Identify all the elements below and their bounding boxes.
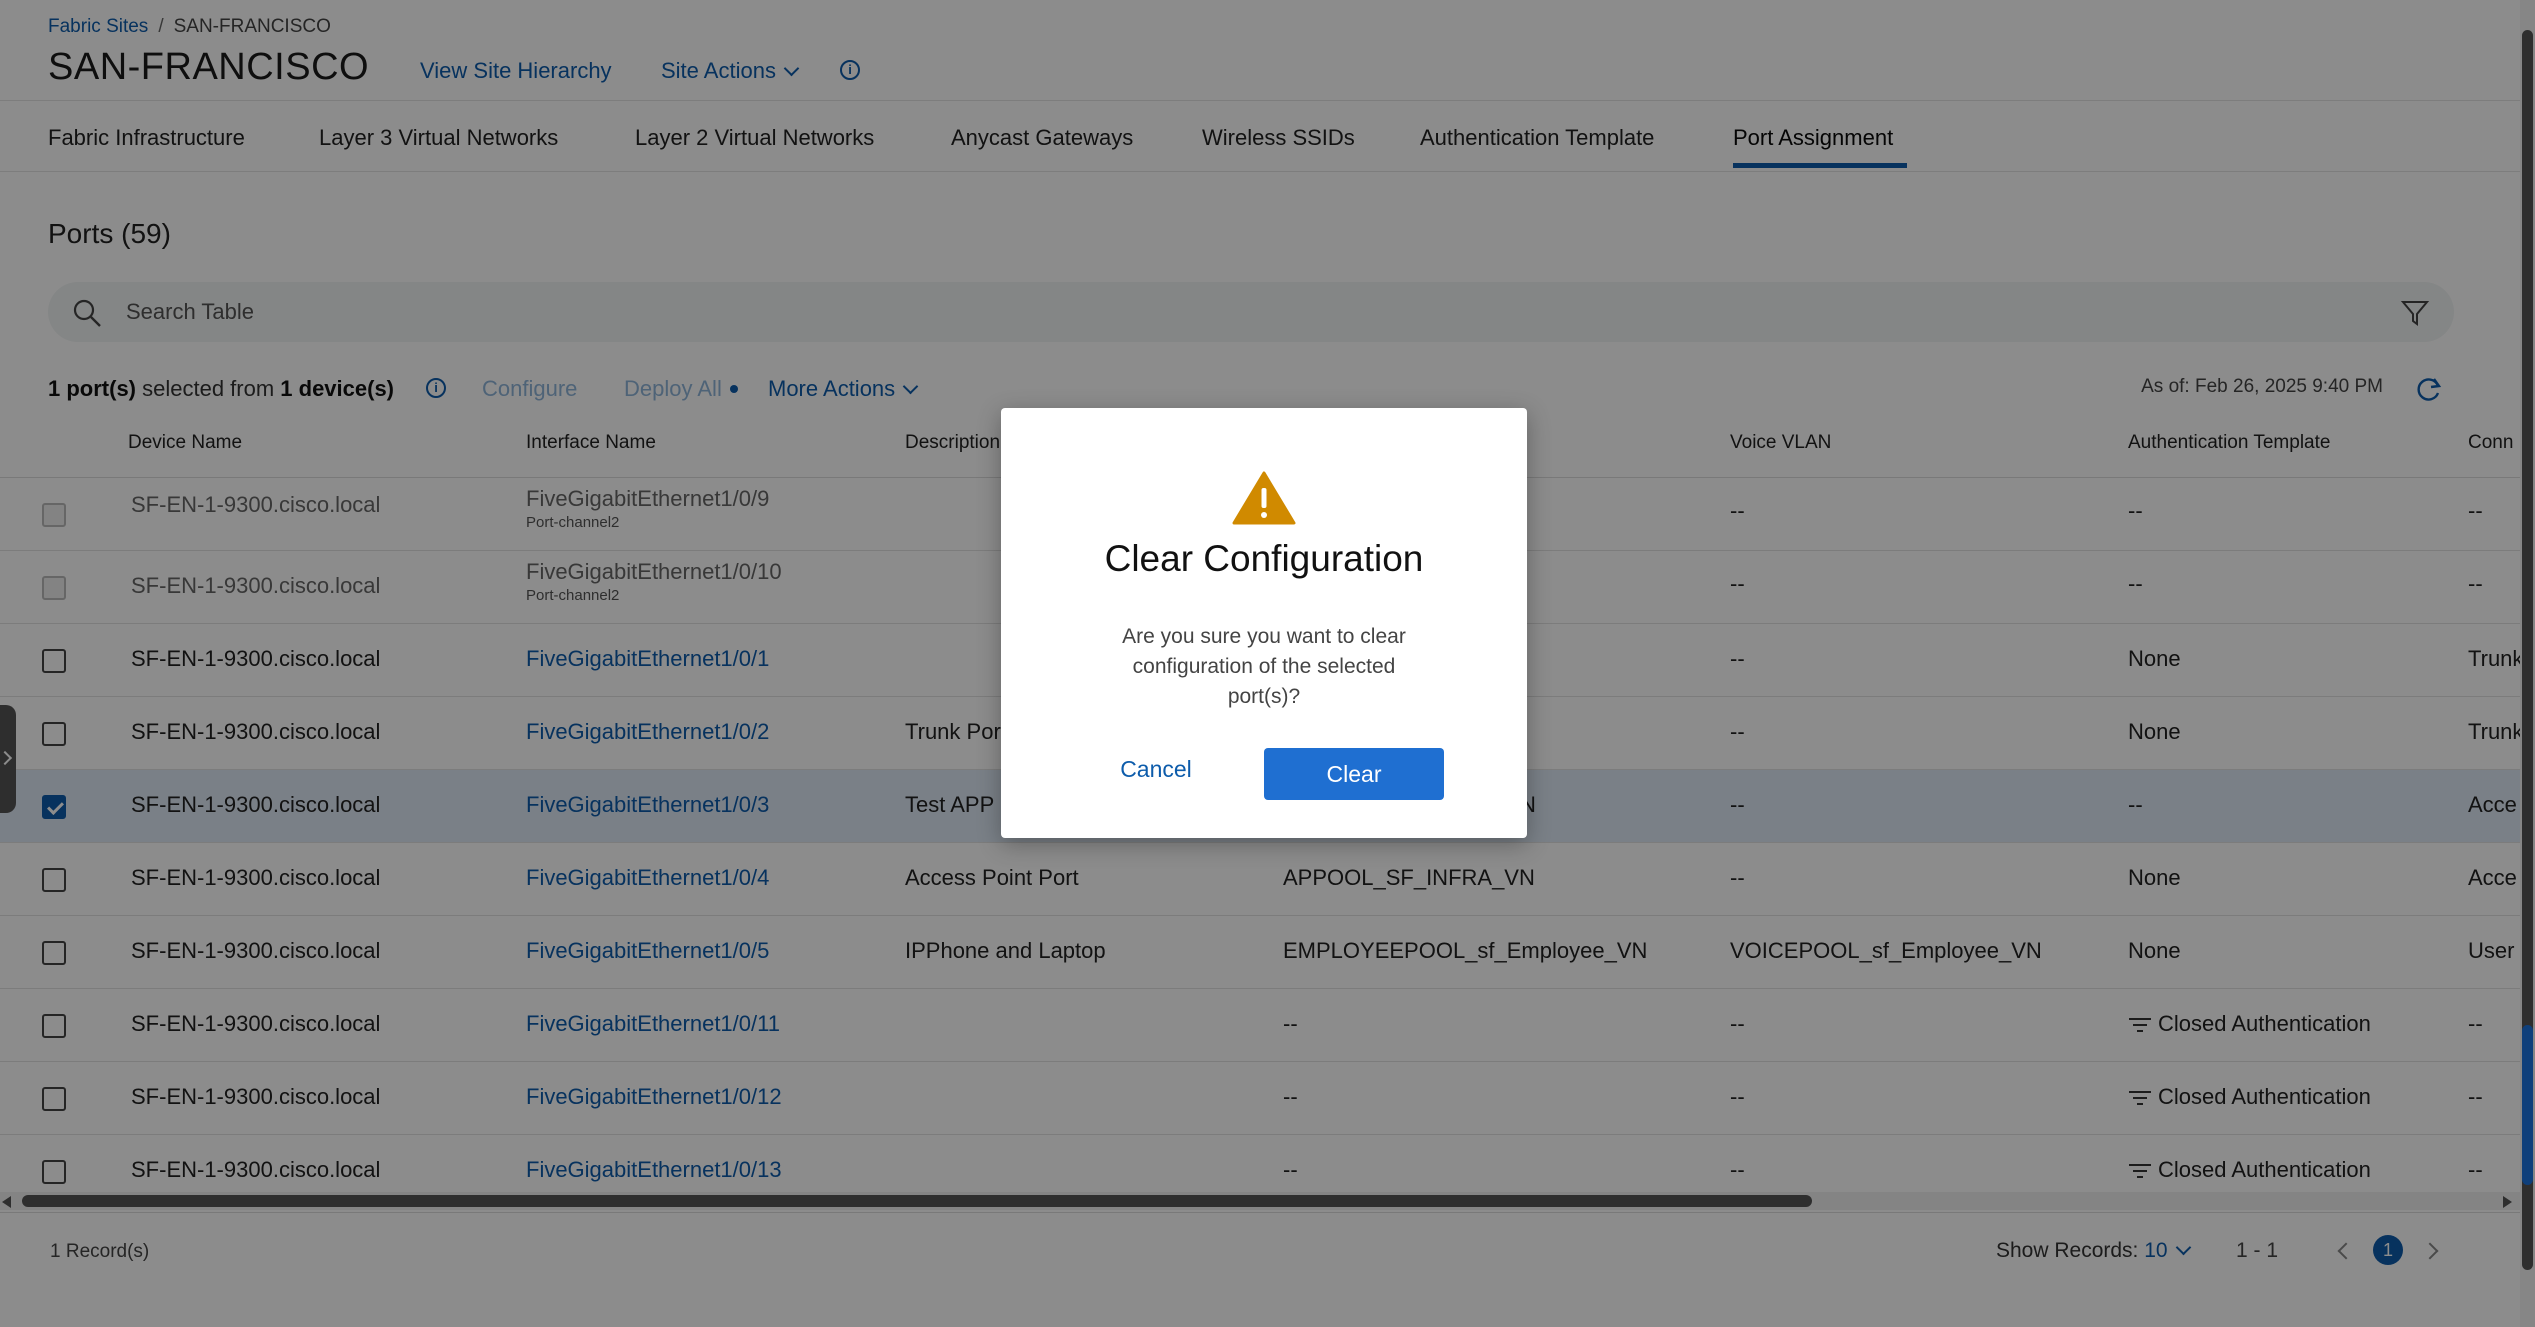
dialog-title: Clear Configuration — [1104, 538, 1424, 579]
dialog-message: Are you sure you want to clear configura… — [1122, 625, 1406, 708]
page: Fabric Sites / SAN-FRANCISCO SAN-FRANCISCO… — [0, 0, 2535, 1327]
clear-button[interactable]: Clear — [1264, 748, 1444, 800]
warning-icon — [1232, 471, 1296, 525]
clear-configuration-dialog: Clear Configuration Are you sure you wan… — [1001, 408, 1527, 838]
cancel-button[interactable]: Cancel — [1101, 748, 1211, 790]
